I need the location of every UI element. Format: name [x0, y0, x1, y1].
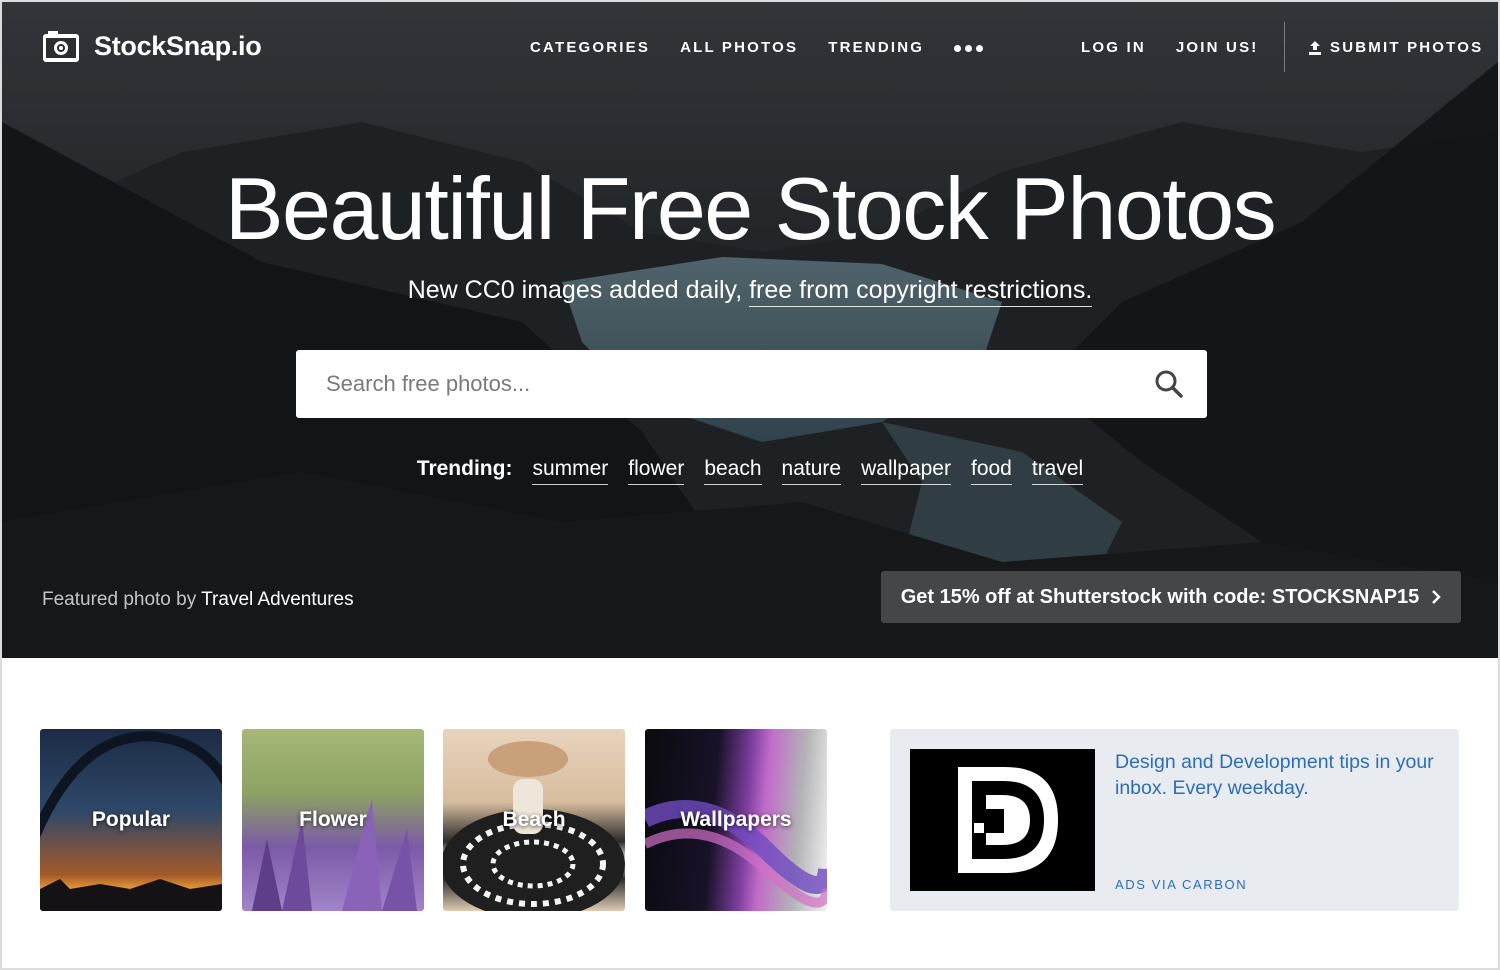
trending-tag[interactable]: travel [1031, 457, 1084, 485]
search-icon [1155, 370, 1183, 398]
trending-label: Trending: [416, 457, 513, 480]
upload-icon [1309, 40, 1321, 55]
shutterstock-promo-button[interactable]: Get 15% off at Shutterstock with code: S… [881, 571, 1461, 623]
hero-background-photo [2, 2, 1498, 658]
brand-logo[interactable]: StockSnap.io [42, 30, 262, 63]
trending-tag[interactable]: wallpaper [861, 457, 951, 485]
chevron-right-icon [1432, 590, 1442, 604]
category-label: Beach [502, 808, 566, 831]
ad-image[interactable] [910, 749, 1095, 891]
hero-section: StockSnap.io CATEGORIES ALL PHOTOS TREND… [2, 2, 1498, 658]
trending-tag[interactable]: food [970, 457, 1012, 485]
camera-icon [43, 31, 79, 62]
trending-tag[interactable]: beach [704, 457, 762, 485]
main-nav: CATEGORIES ALL PHOTOS TRENDING [530, 39, 984, 57]
hero-subtitle-text: New CC0 images added daily, [407, 276, 743, 304]
featured-prefix: Featured photo by [42, 589, 197, 610]
submit-photos-label: SUBMIT PHOTOS [1330, 39, 1484, 56]
search-bar [296, 350, 1207, 418]
category-card-flower[interactable]: Flower [242, 729, 424, 911]
promo-text: Get 15% off at Shutterstock with code: S… [900, 585, 1420, 608]
dd-logo-icon [958, 767, 1058, 873]
category-label: Popular [91, 808, 171, 831]
ad-via-link[interactable]: ADS VIA CARBON [1115, 877, 1247, 892]
featured-credit: Featured photo by Travel Adventures [42, 589, 354, 611]
category-label: Wallpapers [680, 808, 792, 831]
submit-photos-button[interactable]: SUBMIT PHOTOS [1307, 39, 1483, 56]
nav-divider [1284, 22, 1285, 72]
trending-tag[interactable]: nature [781, 457, 842, 485]
account-nav: LOG IN JOIN US! [1081, 39, 1259, 56]
ad-text[interactable]: Design and Development tips in your inbo… [1115, 749, 1435, 801]
nav-categories[interactable]: CATEGORIES [530, 39, 650, 57]
nav-trending[interactable]: TRENDING [828, 39, 924, 57]
hero-subtitle: New CC0 images added daily, free from co… [2, 276, 1498, 307]
featured-author-link[interactable]: Travel Adventures [201, 589, 353, 610]
category-card-beach[interactable]: Beach [443, 729, 625, 911]
search-button[interactable] [1153, 368, 1185, 400]
trending-tag[interactable]: flower [628, 457, 685, 485]
trending-tag[interactable]: summer [532, 457, 609, 485]
category-card-popular[interactable]: Popular [40, 729, 222, 911]
login-link[interactable]: LOG IN [1081, 39, 1146, 56]
join-link[interactable]: JOIN US! [1176, 39, 1259, 56]
carbon-ad[interactable]: Design and Development tips in your inbo… [890, 729, 1459, 911]
nav-all-photos[interactable]: ALL PHOTOS [680, 39, 798, 57]
category-card-wallpapers[interactable]: Wallpapers [645, 729, 827, 911]
more-dots-icon[interactable] [954, 39, 984, 57]
brand-name: StockSnap.io [94, 31, 262, 61]
search-input[interactable] [324, 370, 1153, 398]
trending-tags: Trending: summer flower beach nature wal… [2, 457, 1498, 485]
category-label: Flower [299, 808, 367, 831]
license-link[interactable]: free from copyright restrictions. [749, 276, 1093, 307]
hero-title: Beautiful Free Stock Photos [224, 159, 1277, 258]
